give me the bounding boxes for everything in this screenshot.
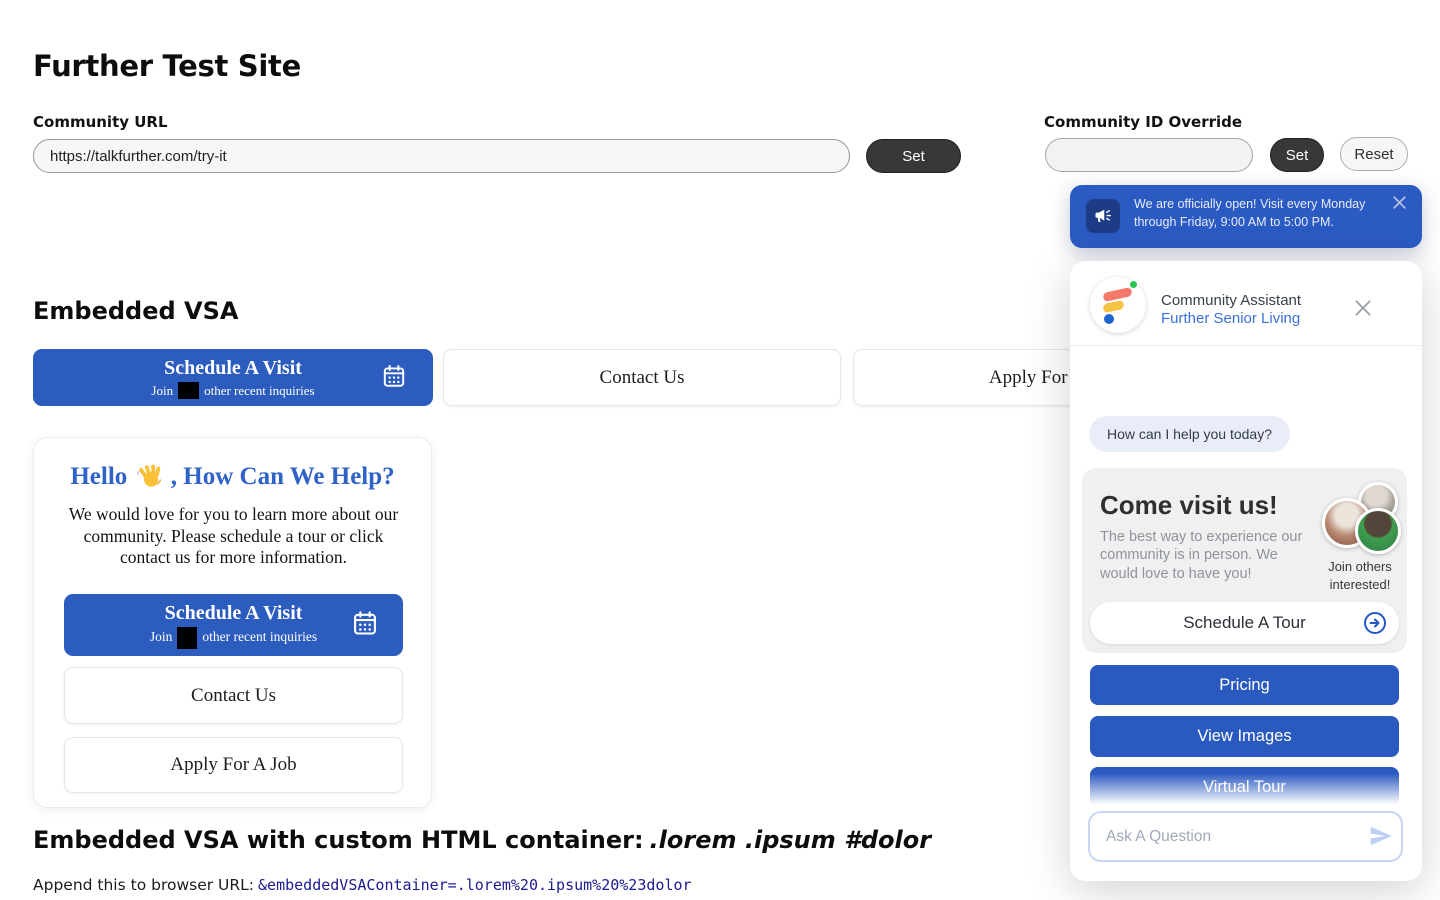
append-url-code: &embeddedVSAContainer=.lorem%20.ipsum%20…	[258, 876, 691, 894]
close-icon[interactable]	[1390, 195, 1408, 213]
visit-card-body: The best way to experience our community…	[1100, 528, 1318, 583]
community-url-label: Community URL	[33, 113, 168, 131]
assistant-title: Community Assistant	[1161, 292, 1301, 309]
redacted-count	[177, 627, 197, 649]
calendar-icon	[351, 609, 379, 641]
come-visit-card: Come visit us! The best way to experienc…	[1082, 468, 1407, 653]
redacted-count	[178, 382, 199, 399]
apply-for-a-job-button[interactable]: Apply For A Job	[64, 737, 403, 793]
visitor-avatars	[1322, 482, 1407, 556]
social-proof-text: Join others interested!	[1310, 558, 1410, 593]
page-title: Further Test Site	[33, 49, 301, 83]
assistant-message-bubble: How can I help you today?	[1089, 416, 1290, 452]
hello-body-text: We would love for you to learn more abou…	[62, 504, 405, 569]
contact-us-button[interactable]: Contact Us	[64, 667, 403, 724]
megaphone-icon	[1086, 199, 1120, 233]
online-status-dot	[1128, 279, 1139, 290]
embedded-vsa-heading: Embedded VSA	[33, 297, 238, 325]
schedule-title: Schedule A Visit	[33, 357, 433, 380]
community-id-label: Community ID Override	[1044, 113, 1242, 131]
visitor-avatar	[1355, 508, 1401, 554]
custom-container-heading: Embedded VSA with custom HTML container:…	[33, 826, 931, 854]
community-url-set-button[interactable]: Set	[866, 139, 961, 173]
schedule-a-visit-button[interactable]: Schedule A Visit Joinother recent inquir…	[64, 594, 403, 656]
close-icon[interactable]	[1352, 297, 1374, 319]
schedule-subtitle: Joinother recent inquiries	[33, 382, 433, 399]
visit-card-heading: Come visit us!	[1100, 490, 1278, 521]
css-selector-text: .lorem .ipsum #dolor	[650, 826, 931, 854]
announcement-text: We are officially open! Visit every Mond…	[1134, 196, 1378, 231]
arrow-circle-icon	[1363, 611, 1387, 640]
calendar-icon	[381, 363, 407, 393]
wave-emoji-icon	[136, 462, 163, 496]
send-icon[interactable]	[1366, 823, 1396, 851]
community-url-input[interactable]	[33, 139, 850, 173]
community-name-link[interactable]: Further Senior Living	[1161, 310, 1300, 327]
embedded-vsa-card: Hello , How Can We Help?	[33, 437, 432, 808]
community-id-set-button[interactable]: Set	[1270, 138, 1324, 172]
community-id-input[interactable]	[1045, 138, 1253, 172]
avatar	[1090, 277, 1146, 333]
append-url-line: Append this to browser URL:&embeddedVSAC…	[33, 876, 692, 894]
further-logo	[1103, 287, 1132, 302]
schedule-a-visit-button[interactable]: Schedule A Visit Joinother recent inquir…	[33, 349, 433, 406]
contact-us-button[interactable]: Contact Us	[443, 349, 841, 406]
announcement-banner: We are officially open! Visit every Mond…	[1070, 185, 1422, 248]
ask-question-input[interactable]	[1088, 811, 1403, 862]
view-images-button[interactable]: View Images	[1090, 716, 1399, 757]
chat-widget: Community Assistant Further Senior Livin…	[1070, 261, 1422, 881]
hello-heading: Hello , How Can We Help?	[34, 462, 431, 496]
community-id-reset-button[interactable]: Reset	[1340, 137, 1408, 171]
virtual-tour-button[interactable]: Virtual Tour	[1090, 767, 1399, 807]
schedule-a-tour-button[interactable]: Schedule A Tour	[1090, 602, 1399, 644]
pricing-button[interactable]: Pricing	[1090, 665, 1399, 705]
